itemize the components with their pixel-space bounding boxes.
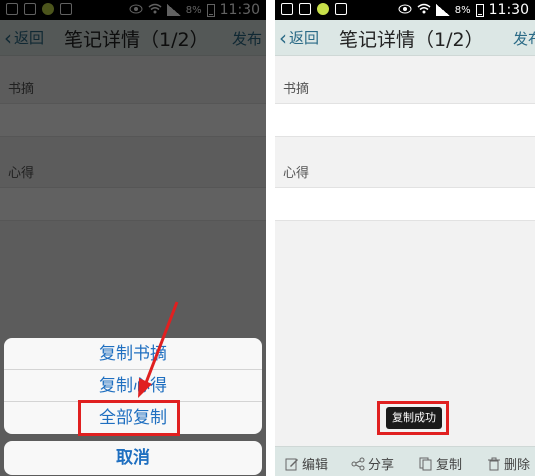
signal-icon xyxy=(435,4,450,16)
image-icon xyxy=(335,3,347,15)
right-screen: 8% 11:30 ‹ 返回 笔记详情（1/2） 发布 书摘 心得 复制成功 编辑… xyxy=(275,0,535,476)
status-bar: 8% 11:30 xyxy=(275,0,535,20)
excerpt-field[interactable] xyxy=(275,103,535,137)
notification-icons xyxy=(281,3,347,15)
bottom-toolbar: 编辑 分享 复制 删除 xyxy=(275,446,535,476)
wifi-icon xyxy=(417,3,431,17)
notification-icon xyxy=(281,3,293,15)
highlight-box xyxy=(377,401,449,435)
copy-icon xyxy=(419,457,432,470)
document-icon xyxy=(299,3,311,15)
share-button[interactable]: 分享 xyxy=(351,454,394,473)
nav-bar: ‹ 返回 笔记详情（1/2） 发布 xyxy=(275,20,535,56)
back-button[interactable]: ‹ 返回 xyxy=(279,27,319,48)
copy-label: 复制 xyxy=(436,458,463,473)
page-title: 笔记详情（1/2） xyxy=(339,29,484,51)
eye-icon xyxy=(398,3,412,17)
battery-percent: 8% xyxy=(454,4,471,16)
copy-thoughts-option[interactable]: 复制心得 xyxy=(4,370,262,402)
publish-button[interactable]: 发布 xyxy=(513,28,535,49)
excerpt-label: 书摘 xyxy=(283,82,310,97)
edit-button[interactable]: 编辑 xyxy=(285,454,328,473)
panel-divider xyxy=(266,0,275,476)
clock: 11:30 xyxy=(488,2,529,18)
highlight-box xyxy=(78,400,180,436)
left-screen: 8% 11:30 ‹ 返回 笔记详情（1/2） 发布 书摘 心得 复制书摘 复制… xyxy=(0,0,266,476)
trash-icon xyxy=(488,457,500,470)
thoughts-field[interactable] xyxy=(275,187,535,221)
edit-icon xyxy=(285,458,298,470)
share-label: 分享 xyxy=(368,458,395,473)
copy-button[interactable]: 复制 xyxy=(419,454,462,473)
back-label: 返回 xyxy=(289,29,320,47)
edit-label: 编辑 xyxy=(302,458,329,473)
chevron-left-icon: ‹ xyxy=(279,25,287,50)
delete-label: 删除 xyxy=(504,458,531,473)
cancel-button[interactable]: 取消 xyxy=(4,441,262,475)
thoughts-label: 心得 xyxy=(283,166,310,181)
battery-icon xyxy=(475,3,484,17)
share-icon xyxy=(351,457,365,470)
delete-button[interactable]: 删除 xyxy=(487,454,530,473)
app-icon xyxy=(317,3,329,15)
copy-excerpt-option[interactable]: 复制书摘 xyxy=(4,338,262,370)
